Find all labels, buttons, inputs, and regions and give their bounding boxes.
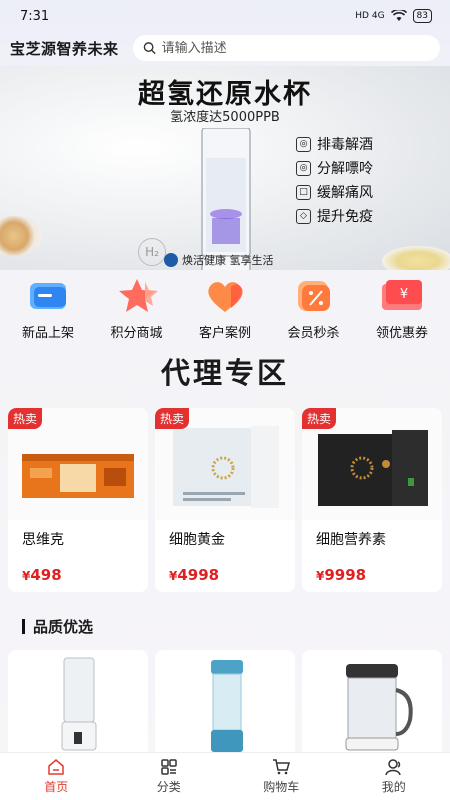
cart-icon (273, 759, 291, 775)
top-header: 宝芝源智养未来 (0, 34, 450, 62)
search-icon (143, 42, 156, 55)
product-name: 细胞营养素 (316, 532, 386, 548)
product-name: 思维克 (22, 532, 64, 548)
category-label: 领优惠券 (375, 326, 428, 341)
product-image (211, 660, 243, 752)
tab-label: 购物车 (263, 780, 300, 794)
coupon-icon: ¥ (377, 278, 427, 314)
banner-brand: 焕活健康 氢享生活 (164, 252, 274, 268)
hydrogen-cup-image (201, 128, 251, 270)
category-label: 会员秒杀 (287, 326, 340, 341)
feature-icon: ◎ (296, 136, 311, 152)
banner-subtitle: 氢浓度达5000PPB (170, 110, 280, 125)
quality-title-text: 品质优选 (33, 618, 94, 636)
product-image (61, 657, 97, 751)
section-marker (22, 619, 25, 634)
product-image (345, 664, 413, 751)
profile-icon (385, 759, 401, 776)
svg-text:¥: ¥ (400, 287, 408, 302)
product-name: 细胞黄金 (169, 532, 225, 548)
tab-label: 首页 (44, 780, 69, 794)
price-value: 9998 (324, 566, 367, 584)
price-value: 4998 (177, 566, 220, 584)
agent-section-title: 代理专区 (160, 356, 289, 390)
product-price: ¥9998 (316, 566, 366, 584)
feature-item: □ 缓解痛风 (296, 182, 373, 202)
home-icon (48, 759, 64, 775)
category-icon (161, 759, 177, 775)
quality-section-title: 品质优选 (22, 616, 93, 637)
category-item-coupon[interactable]: ¥ 领优惠券 (360, 278, 444, 342)
feature-item: ◎ 排毒解酒 (296, 134, 373, 154)
category-item-points[interactable]: 积分商城 (95, 278, 179, 342)
feature-icon: ◎ (296, 160, 311, 176)
feature-label: 分解嘌呤 (317, 161, 373, 177)
product-price: ¥498 (22, 566, 62, 584)
category-nav: 新品上架 积分商城 客户案例 会员秒杀 ¥ 领优惠券 (0, 278, 450, 342)
home-page: 7:31 HD 4G 83 宝芝源智养未来 超氢还原水杯 氢浓度达5000PPB… (0, 0, 450, 800)
search-input[interactable] (161, 40, 430, 56)
feature-item: ◇ 提升免疫 (296, 206, 373, 226)
brand-slogan: 焕活健康 氢享生活 (182, 254, 274, 267)
quality-product-card[interactable] (8, 650, 148, 754)
hot-badge: 热卖 (8, 408, 43, 429)
hot-badge: 热卖 (155, 408, 190, 429)
tab-category[interactable]: 分类 (113, 753, 226, 800)
wifi-icon (390, 10, 407, 21)
agent-product-list: 热卖 思维克 ¥498 热卖 细胞黄金 ¥4998 热卖 细胞营养素 ¥9998 (8, 408, 442, 592)
product-price: ¥4998 (169, 566, 219, 584)
category-item-cases[interactable]: 客户案例 (183, 278, 267, 342)
category-label: 新品上架 (21, 326, 74, 341)
feature-icon: ◇ (296, 208, 311, 224)
flash-sale-icon (289, 278, 339, 314)
new-arrivals-icon (23, 278, 73, 314)
tab-cart[interactable]: 购物车 (225, 753, 338, 800)
feature-label: 提升免疫 (317, 209, 373, 225)
product-card[interactable]: 热卖 细胞营养素 ¥9998 (302, 408, 442, 592)
tab-label: 我的 (381, 780, 406, 794)
product-card[interactable]: 热卖 细胞黄金 ¥4998 (155, 408, 295, 592)
promo-banner[interactable]: 超氢还原水杯 氢浓度达5000PPB H₂ ◎ 排毒解酒 ◎ 分解嘌呤 □ 缓解… (0, 66, 450, 270)
feature-icon: □ (296, 184, 311, 200)
app-title: 宝芝源智养未来 (10, 39, 119, 58)
quality-product-card[interactable] (302, 650, 442, 754)
category-label: 客户案例 (198, 326, 251, 341)
search-box[interactable] (132, 35, 440, 61)
category-item-new[interactable]: 新品上架 (6, 278, 90, 342)
quality-product-card[interactable] (155, 650, 295, 754)
category-label: 积分商城 (110, 326, 163, 341)
tab-profile[interactable]: 我的 (338, 753, 450, 800)
product-card[interactable]: 热卖 思维克 ¥498 (8, 408, 148, 592)
points-star-icon (112, 278, 162, 314)
tab-home[interactable]: 首页 (0, 753, 113, 800)
status-bar: 7:31 HD 4G 83 (0, 0, 450, 32)
status-time: 7:31 (20, 8, 50, 24)
feature-item: ◎ 分解嘌呤 (296, 158, 373, 178)
h2-mark: H₂ (138, 238, 166, 266)
heart-icon (200, 278, 250, 314)
hot-badge: 热卖 (302, 408, 337, 429)
feature-label: 缓解痛风 (317, 185, 373, 201)
network-indicator: HD 4G (355, 11, 385, 21)
battery-indicator: 83 (412, 9, 432, 23)
brand-logo-icon (164, 253, 178, 267)
food-plate-image (0, 216, 42, 256)
tea-cup-image (382, 246, 450, 270)
feature-list: ◎ 排毒解酒 ◎ 分解嘌呤 □ 缓解痛风 ◇ 提升免疫 (296, 134, 373, 226)
status-icons: HD 4G 83 (355, 9, 432, 23)
category-item-flash[interactable]: 会员秒杀 (272, 278, 356, 342)
feature-label: 排毒解酒 (317, 137, 373, 153)
bottom-tab-bar: 首页 分类 购物车 我的 (0, 752, 450, 800)
quality-product-list (8, 650, 442, 754)
tab-label: 分类 (156, 780, 181, 794)
price-value: 498 (30, 566, 62, 584)
